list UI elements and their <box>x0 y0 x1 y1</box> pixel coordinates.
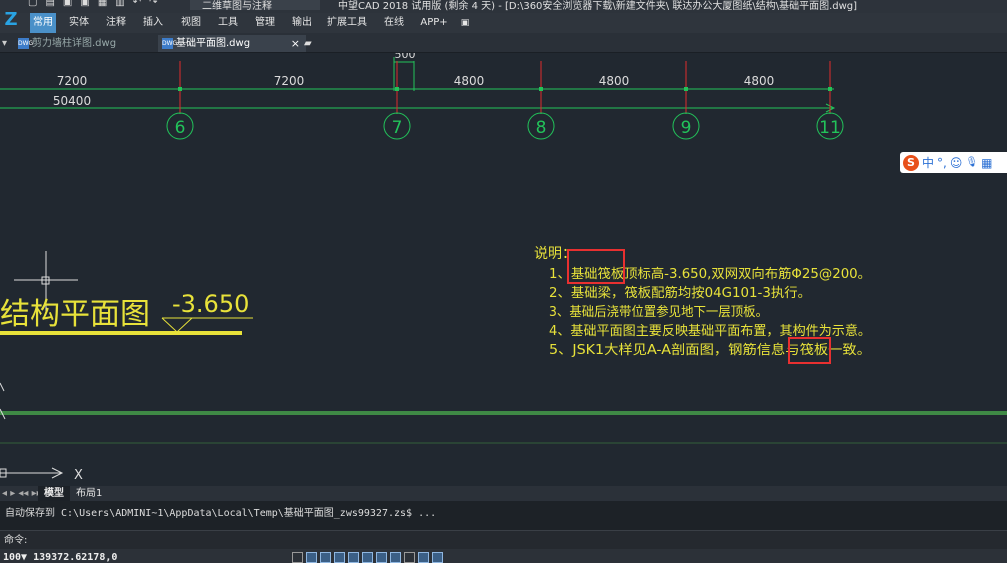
tab-app-plus[interactable]: APP+ <box>417 13 451 33</box>
ime-mode[interactable]: 中 <box>922 154 934 171</box>
open-icon[interactable]: ▤ <box>45 0 54 8</box>
tab-tools[interactable]: 工具 <box>213 13 243 33</box>
dim-text: 4800 <box>599 74 630 88</box>
keyboard-icon[interactable]: ▦ <box>981 156 992 170</box>
ucs-x-label: X <box>74 468 83 483</box>
save-icon[interactable]: ▣ <box>63 0 72 8</box>
doc-tab-label: 基础平面图.dwg <box>176 38 251 49</box>
lineweight-icon[interactable] <box>390 552 401 563</box>
preview-icon[interactable]: ▥ <box>115 0 124 8</box>
doc-tab-shear-wall[interactable]: DWG剪力墙柱详图.dwg <box>14 35 116 52</box>
otrack-icon[interactable] <box>362 552 373 563</box>
command-history-text: 自动保存到 C:\Users\ADMINI~1\AppData\Local\Te… <box>5 508 437 519</box>
axis-label: 9 <box>681 118 692 138</box>
title-bar: ▢ ▤ ▣ ▣ ▦ ▥ ↶ ↷ 二维草图与注释 中望CAD 2018 试用版 (… <box>0 0 1007 13</box>
dim-tick-mark <box>178 87 182 91</box>
lower-lines <box>0 411 1007 444</box>
note-item: 2、基础梁，筏板配筋均按04G101-3执行。 <box>549 285 811 301</box>
snap-icon[interactable] <box>306 552 317 563</box>
ribbon-tabs: Z 常用 实体 注释 插入 视图 工具 管理 输出 扩展工具 在线 APP+ ▣ <box>0 9 1007 33</box>
quick-access-toolbar: ▢ ▤ ▣ ▣ ▦ ▥ ↶ ↷ <box>28 0 158 8</box>
ortho-icon[interactable] <box>320 552 331 563</box>
status-toggles <box>292 552 443 563</box>
drawing-canvas[interactable]: 7200 7200 4800 4800 4800 500 50400 6 7 8 9 11 结构平面… <box>0 53 1007 486</box>
dim-text: 7200 <box>57 74 88 88</box>
dwg-file-icon: DWG <box>18 37 34 49</box>
tab-insert[interactable]: 插入 <box>138 13 168 33</box>
sogou-logo-icon: S <box>903 154 919 171</box>
ime-punct[interactable]: °, <box>937 156 947 170</box>
doc-tab-label: 剪力墙柱详图.dwg <box>32 38 117 49</box>
dyn-icon[interactable] <box>376 552 387 563</box>
redo-icon[interactable]: ↷ <box>149 0 157 8</box>
doc-menu-chevron-icon[interactable]: ▾ <box>2 35 7 52</box>
sc-icon[interactable] <box>432 552 443 563</box>
dim-text: 4800 <box>744 74 775 88</box>
workspace-select[interactable]: 二维草图与注释 <box>190 0 320 12</box>
notes-heading: 说明： <box>534 246 576 262</box>
coordinate-readout: 100▼ 139372.62178,0 <box>3 552 118 563</box>
undo-icon[interactable]: ↶ <box>133 0 141 8</box>
tab-manage[interactable]: 管理 <box>250 13 280 33</box>
document-tabs: ▾ DWG剪力墙柱详图.dwg DWG基础平面图.dwg × ▰ <box>0 33 1007 53</box>
ribbon-minimize-icon[interactable]: ▣ <box>456 13 474 33</box>
dimension-lines: 7200 7200 4800 4800 4800 500 50400 <box>0 53 836 114</box>
plan-title: 结构平面图 <box>0 297 150 332</box>
list-icon[interactable] <box>404 552 415 563</box>
new-tab-icon[interactable]: ▰ <box>304 35 312 52</box>
new-icon[interactable]: ▢ <box>28 0 37 8</box>
tab-model[interactable]: 模型 <box>38 486 70 501</box>
note-item: 3、基础后浇带位置参见地下一层顶板。 <box>549 304 768 320</box>
mic-icon[interactable]: 🎙 <box>965 157 978 168</box>
layout-tabs: ◂ ▸ ◂◂ ▸▸ 模型 布局1 <box>0 486 1007 501</box>
saveas-icon[interactable]: ▣ <box>80 0 89 8</box>
title-block: 结构平面图 -3.650 <box>0 251 253 335</box>
status-bar: 100▼ 139372.62178,0 <box>0 549 1007 563</box>
emoji-icon[interactable]: ☺ <box>950 156 963 170</box>
axis-label: 6 <box>175 118 186 138</box>
print-icon[interactable]: ▦ <box>98 0 107 8</box>
polar-icon[interactable] <box>334 552 345 563</box>
command-prompt: 命令: <box>4 535 28 546</box>
app-logo-icon[interactable]: Z <box>0 7 22 33</box>
tab-home[interactable]: 常用 <box>30 13 56 33</box>
window-title: 中望CAD 2018 试用版 (剩余 4 天) - [D:\360安全浏览器下载… <box>338 1 858 12</box>
dim-text: 7200 <box>274 74 305 88</box>
qp-icon[interactable] <box>418 552 429 563</box>
tab-annotate[interactable]: 注释 <box>102 13 130 33</box>
note-item: 5、JSK1大样见A-A剖面图，钢筋信息与筏板一致。 <box>549 342 871 358</box>
elevation-label: -3.650 <box>172 290 249 318</box>
layout-nav-icons[interactable]: ◂ ▸ ◂◂ ▸▸ <box>2 486 42 501</box>
osnap-icon[interactable] <box>348 552 359 563</box>
dim-text-small: 500 <box>395 53 416 61</box>
command-line[interactable]: 命令: <box>0 530 1007 549</box>
dim-tick-mark <box>684 87 688 91</box>
grid-icon[interactable] <box>292 552 303 563</box>
command-history: 自动保存到 C:\Users\ADMINI~1\AppData\Local\Te… <box>0 501 1007 530</box>
note-item: 4、基础平面图主要反映基础平面布置，其构件为示意。 <box>549 323 871 339</box>
tab-layout1[interactable]: 布局1 <box>70 486 108 501</box>
tab-solid[interactable]: 实体 <box>65 13 93 33</box>
dim-tick-mark <box>828 87 832 91</box>
axis-bubbles: 6 7 8 9 11 <box>166 112 844 140</box>
ime-toolbar[interactable]: S 中 °, ☺ 🎙 ▦ <box>900 152 1007 173</box>
axis-label: 11 <box>819 118 841 138</box>
dwg-file-icon: DWG <box>162 37 178 49</box>
tab-extensions[interactable]: 扩展工具 <box>324 13 370 33</box>
tab-output[interactable]: 输出 <box>287 13 317 33</box>
notes-block: 说明： 1、基础筏板顶标高-3.650,双网双向布筋Φ25@200。 2、基础梁，… <box>534 246 871 364</box>
axis-label: 8 <box>536 118 547 138</box>
dim-tick-mark <box>395 87 399 91</box>
dim-tick-mark <box>539 87 543 91</box>
dim-text: 4800 <box>454 74 485 88</box>
tab-online[interactable]: 在线 <box>378 13 410 33</box>
axis-label: 7 <box>392 118 403 138</box>
note-item: 1、基础筏板顶标高-3.650,双网双向布筋Φ25@200。 <box>549 266 871 282</box>
ucs-icon: X <box>0 382 83 483</box>
dim-text-total: 50400 <box>53 94 91 108</box>
close-tab-icon[interactable]: × <box>291 35 300 52</box>
tab-view[interactable]: 视图 <box>176 13 206 33</box>
drawing-svg: 7200 7200 4800 4800 4800 500 50400 6 7 8 9 11 结构平面… <box>0 53 1007 483</box>
doc-tab-foundation-plan[interactable]: DWG基础平面图.dwg × <box>158 35 306 52</box>
